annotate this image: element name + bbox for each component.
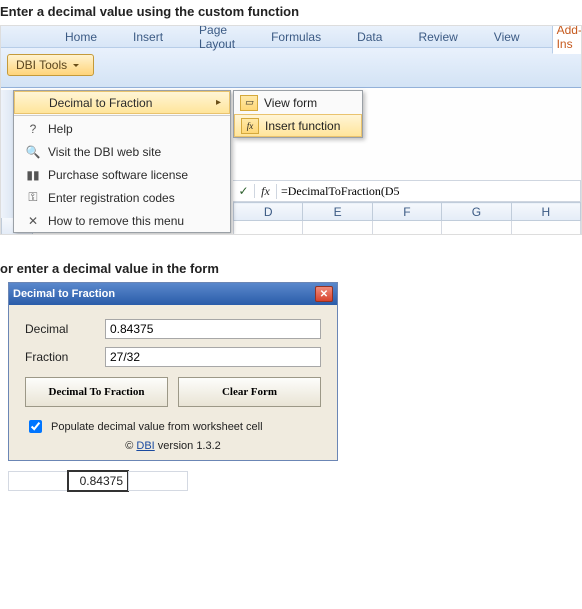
col-header[interactable]: G: [442, 203, 511, 221]
menu-label: Help: [48, 122, 73, 136]
menu-label: Enter registration codes: [48, 191, 175, 205]
dialog-title: Decimal to Fraction: [13, 288, 115, 300]
dbi-link[interactable]: DBI: [136, 440, 154, 452]
decimal-to-fraction-button[interactable]: Decimal To Fraction: [25, 377, 168, 407]
populate-label: Populate decimal value from worksheet ce…: [51, 421, 263, 433]
tab-home[interactable]: Home: [61, 28, 101, 46]
globe-icon: 🔍: [22, 145, 44, 159]
submenu-insert-function[interactable]: fx Insert function: [234, 114, 362, 137]
tab-add-ins[interactable]: Add-Ins: [552, 25, 582, 54]
dbi-tools-button[interactable]: DBI Tools: [7, 54, 94, 76]
heading-2: or enter a decimal value in the form: [0, 257, 582, 282]
menu-label: How to remove this menu: [48, 214, 184, 228]
bottom-grid: 0.84375: [8, 471, 582, 491]
fx-icon: fx: [241, 118, 259, 134]
fx-icon[interactable]: fx: [255, 184, 277, 199]
menu-label: Purchase software license: [48, 168, 188, 182]
menu-purchase[interactable]: ▮▮ Purchase software license: [14, 163, 230, 186]
clear-form-button[interactable]: Clear Form: [178, 377, 321, 407]
spreadsheet-grid[interactable]: D E F G H 0.251/4 0.1251/8 0.375=Decimal…: [233, 202, 581, 234]
tab-data[interactable]: Data: [353, 28, 386, 46]
addins-toolbar: DBI Tools: [1, 48, 581, 88]
menu-remove[interactable]: ✕ How to remove this menu: [14, 209, 230, 232]
close-icon: ✕: [22, 214, 44, 228]
selected-cell[interactable]: 0.84375: [68, 471, 128, 491]
row-header-strip: [1, 90, 13, 234]
col-header[interactable]: D: [234, 203, 303, 221]
version-line: © DBI version 1.3.2: [25, 440, 321, 452]
submenu-view-form[interactable]: ▭ View form: [234, 91, 362, 114]
decimal-input[interactable]: [105, 319, 321, 339]
dialog-close-button[interactable]: ✕: [315, 286, 333, 302]
submenu-label: Insert function: [265, 119, 340, 133]
decimal-label: Decimal: [25, 322, 105, 336]
dbi-tools-menu: Decimal to Fraction ? Help 🔍 Visit the D…: [13, 90, 231, 233]
cell[interactable]: [8, 471, 68, 491]
formula-accept-icon[interactable]: ✓: [233, 184, 255, 198]
fraction-label: Fraction: [25, 350, 105, 364]
populate-checkbox[interactable]: [29, 420, 42, 433]
menu-visit-site[interactable]: 🔍 Visit the DBI web site: [14, 140, 230, 163]
key-icon: ⚿: [22, 190, 44, 205]
fraction-input[interactable]: [105, 347, 321, 367]
tab-formulas[interactable]: Formulas: [267, 28, 325, 46]
menu-help[interactable]: ? Help: [14, 117, 230, 140]
tab-page-layout[interactable]: Page Layout: [195, 25, 239, 53]
col-header[interactable]: H: [511, 203, 580, 221]
formula-input[interactable]: [277, 184, 580, 199]
col-header[interactable]: F: [372, 203, 441, 221]
help-icon: ?: [22, 122, 44, 136]
excel-window: Home Insert Page Layout Formulas Data Re…: [0, 25, 582, 235]
submenu-label: View form: [264, 96, 317, 110]
dialog-titlebar[interactable]: Decimal to Fraction ✕: [9, 283, 337, 305]
tab-view[interactable]: View: [490, 28, 524, 46]
menu-separator: [14, 115, 230, 116]
heading-1: Enter a decimal value using the custom f…: [0, 0, 582, 25]
col-header[interactable]: E: [303, 203, 372, 221]
menu-register[interactable]: ⚿ Enter registration codes: [14, 186, 230, 209]
menu-decimal-to-fraction[interactable]: Decimal to Fraction: [14, 91, 230, 114]
decimal-to-fraction-dialog: Decimal to Fraction ✕ Decimal Fraction D…: [8, 282, 338, 461]
barcode-icon: ▮▮: [22, 168, 44, 182]
formula-bar: ✓ fx: [233, 180, 581, 202]
tab-insert[interactable]: Insert: [129, 28, 167, 46]
cell[interactable]: [128, 471, 188, 491]
tab-review[interactable]: Review: [414, 28, 461, 46]
decimal-to-fraction-submenu: ▭ View form fx Insert function: [233, 90, 363, 138]
menu-label: Visit the DBI web site: [48, 145, 161, 159]
ribbon-tabs: Home Insert Page Layout Formulas Data Re…: [1, 26, 581, 48]
form-icon: ▭: [240, 95, 258, 111]
menu-label: Decimal to Fraction: [49, 96, 152, 110]
